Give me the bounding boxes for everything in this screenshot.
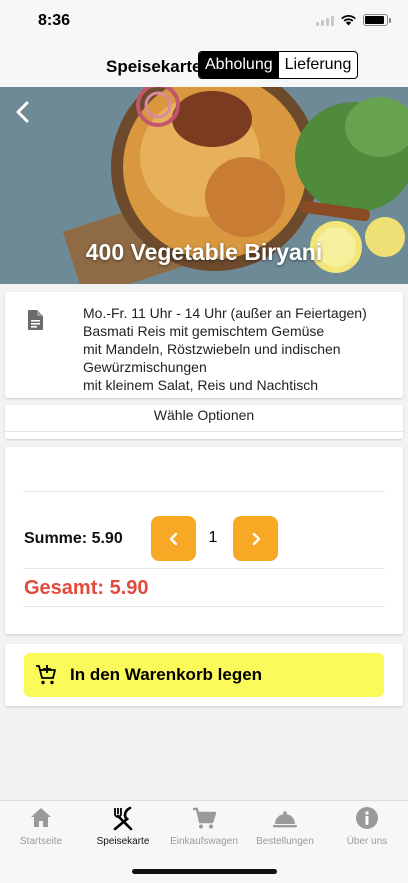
- add-to-cart-label: In den Warenkorb legen: [70, 665, 263, 684]
- dish-hero-image: 400 Vegetable Biryani: [0, 87, 408, 284]
- tab-label: Bestellungen: [256, 836, 314, 847]
- ingredients-text: Basmati Reis mit gemischtem Gemüse mit M…: [83, 323, 341, 375]
- divider: [23, 491, 385, 492]
- segment-abholung[interactable]: Abholung: [199, 52, 279, 78]
- delivery-mode-switch: Abholung Lieferung: [198, 51, 359, 79]
- tab-startseite[interactable]: Startseite: [0, 805, 82, 847]
- wifi-icon: [341, 15, 356, 26]
- back-arrow-icon[interactable]: [10, 97, 36, 127]
- cutlery-icon: [113, 806, 133, 831]
- opening-hours-text: Mo.-Fr. 11 Uhr - 14 Uhr (außer an Feiert…: [83, 305, 367, 321]
- cart-icon: [193, 807, 217, 829]
- tab-bestellungen[interactable]: Bestellungen: [244, 805, 326, 847]
- subtotal-label: Summe: 5.90: [24, 530, 123, 547]
- status-time: 8:36: [38, 12, 71, 29]
- divider: [23, 606, 385, 607]
- tab-label: Einkaufswagen: [170, 836, 238, 847]
- signal-icon: [316, 15, 334, 26]
- cloche-icon: [273, 811, 297, 828]
- add-to-cart-card: In den Warenkorb legen: [5, 644, 403, 706]
- home-indicator: [132, 869, 277, 874]
- order-card: Summe: 5.90 1 Gesamt: 5.90: [5, 447, 403, 634]
- status-icons: [316, 14, 391, 26]
- page-title: Speisekarte: [106, 57, 202, 76]
- tab-ueber-uns[interactable]: Über uns: [326, 805, 408, 847]
- top-nav: Speisekarte Abholung Lieferung: [0, 44, 408, 87]
- options-card[interactable]: Wähle Optionen: [5, 405, 403, 439]
- status-bar: 8:36: [0, 0, 408, 44]
- sides-text: mit kleinem Salat, Reis und Nachtisch: [83, 377, 318, 393]
- increase-quantity-button[interactable]: [233, 516, 278, 561]
- divider: [23, 568, 385, 569]
- chevron-left-icon: [169, 532, 177, 545]
- battery-icon: [363, 14, 391, 26]
- tab-einkaufswagen[interactable]: Einkaufswagen: [163, 805, 245, 847]
- chevron-right-icon: [252, 532, 260, 545]
- info-icon: [356, 807, 378, 829]
- decrease-quantity-button[interactable]: [151, 516, 196, 561]
- home-icon: [31, 808, 51, 827]
- tab-speisekarte[interactable]: Speisekarte: [82, 805, 164, 847]
- dish-title: 400 Vegetable Biryani: [85, 239, 323, 265]
- dish-description: Mo.-Fr. 11 Uhr - 14 Uhr (außer an Feiert…: [83, 304, 383, 394]
- tab-label: Startseite: [19, 836, 63, 847]
- quantity-value: 1: [208, 529, 218, 546]
- add-cart-icon: [36, 665, 56, 685]
- document-icon: [28, 310, 43, 330]
- tab-label: Speisekarte: [96, 836, 150, 847]
- options-label: Wähle Optionen: [153, 407, 255, 423]
- dish-info-card: Mo.-Fr. 11 Uhr - 14 Uhr (außer an Feiert…: [5, 292, 403, 398]
- total-label: Gesamt: 5.90: [24, 577, 149, 599]
- divider: [5, 431, 403, 432]
- add-to-cart-button[interactable]: In den Warenkorb legen: [24, 653, 384, 697]
- tab-label: Über uns: [346, 836, 388, 847]
- segment-lieferung[interactable]: Lieferung: [279, 52, 358, 78]
